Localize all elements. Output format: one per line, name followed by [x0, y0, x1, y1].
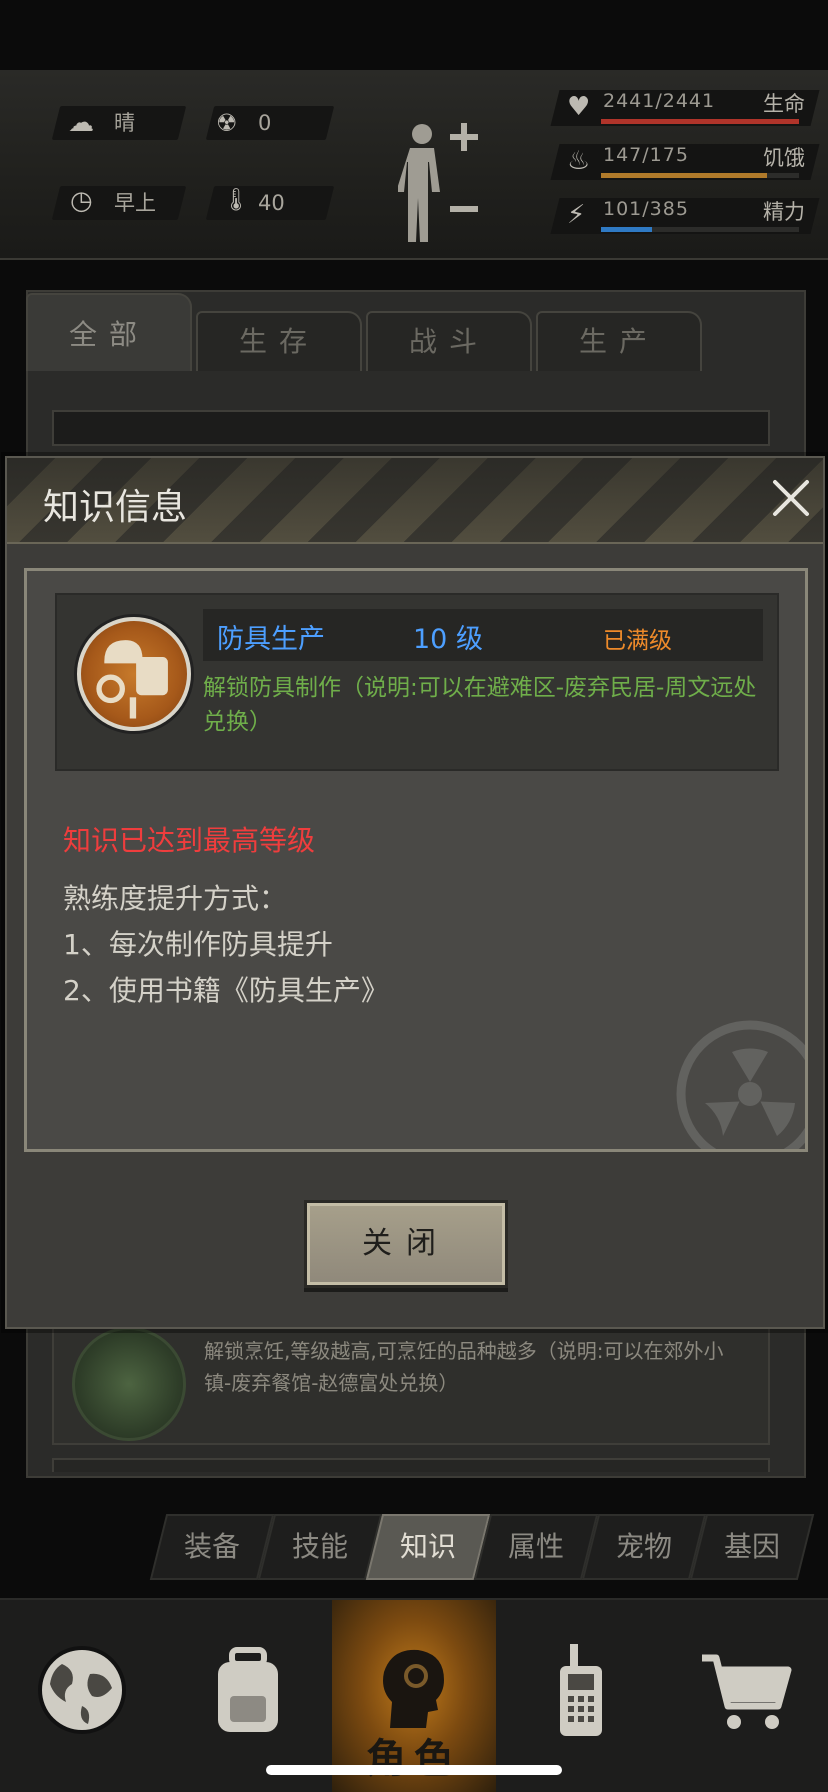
energy-icon: ⚡ — [567, 200, 586, 230]
subtab-skills[interactable]: 技能 — [257, 1514, 383, 1580]
subtab-attributes[interactable]: 属性 — [473, 1514, 599, 1580]
hunger-value: 147/175 — [603, 144, 689, 166]
item-description: 解锁防具制作（说明:可以在避难区-废弃民居-周文远处兑换） — [203, 675, 757, 735]
nav-character-label: 角色 — [366, 1736, 462, 1782]
list-item[interactable] — [52, 410, 770, 446]
walkie-talkie-icon — [560, 1644, 602, 1736]
knowledge-info-dialog: 知识信息 防具生产 10 级 已满级 解锁防具制作（说明:可以在避难区-废弃民居… — [5, 456, 825, 1329]
subtab-label: 知识 — [399, 1530, 456, 1563]
proficiency-method: 2、使用书籍《防具生产》 — [63, 974, 389, 1007]
hunger-bar-fill — [601, 173, 768, 178]
character-head-icon — [383, 1649, 444, 1728]
grill-icon — [72, 1327, 186, 1441]
list-item[interactable] — [52, 1458, 770, 1472]
item-name-bar: 防具生产 10 级 已满级 — [203, 609, 763, 661]
health-label: 生命 — [763, 92, 805, 116]
nav-world[interactable] — [0, 1600, 164, 1792]
time-label: 早上 — [114, 191, 156, 215]
radiation-icon: ☢ — [216, 109, 238, 137]
energy-value: 101/385 — [603, 198, 689, 220]
tab-combat[interactable]: 战斗 — [366, 311, 532, 371]
globe-icon — [38, 1646, 126, 1734]
proficiency-heading: 熟练度提升方式： — [63, 882, 288, 915]
tab-survival[interactable]: 生存 — [196, 311, 362, 371]
nav-radio[interactable] — [498, 1600, 662, 1792]
nav-character[interactable]: 角色 — [332, 1600, 496, 1792]
close-button[interactable]: 关闭 — [304, 1200, 508, 1288]
dialog-title: 知识信息 — [43, 487, 188, 528]
subtab-equipment[interactable]: 装备 — [149, 1514, 275, 1580]
tab-production[interactable]: 生产 — [536, 311, 702, 371]
knowledge-item: 防具生产 10 级 已满级 解锁防具制作（说明:可以在避难区-废弃民居-周文远处… — [55, 593, 779, 771]
tab-all[interactable]: 全部 — [26, 293, 192, 371]
character-subtabs: 装备 技能 知识 属性 宠物 基因 — [149, 1514, 828, 1582]
subtab-label: 宠物 — [615, 1530, 672, 1563]
clock-icon: ◷ — [70, 186, 93, 216]
cloud-sun-icon: ☁ — [68, 108, 94, 138]
subtab-label: 装备 — [183, 1530, 240, 1563]
subtab-label: 基因 — [723, 1530, 780, 1563]
subtab-label: 技能 — [291, 1530, 348, 1563]
status-header: ☁ 晴 ☢ 0 ◷ 早上 🌡 40 ♥ 2441/2441 生命 ♨ 147/1… — [0, 70, 828, 260]
subtab-label: 属性 — [507, 1530, 564, 1563]
subtab-knowledge[interactable]: 知识 — [365, 1514, 491, 1580]
hunger-stat: ♨ 147/175 饥饿 — [550, 144, 820, 180]
cart-icon — [702, 1654, 792, 1729]
item-name: 防具生产 — [217, 624, 325, 655]
dialog-body: 防具生产 10 级 已满级 解锁防具制作（说明:可以在避难区-废弃民居-周文远处… — [24, 568, 808, 1152]
health-stat: ♥ 2441/2441 生命 — [550, 90, 820, 126]
max-level-badge: 已满级 — [603, 628, 672, 654]
backpack-icon — [218, 1647, 278, 1732]
subtab-genes[interactable]: 基因 — [689, 1514, 815, 1580]
max-level-notice: 知识已达到最高等级 — [63, 824, 316, 857]
hunger-label: 饥饿 — [763, 146, 805, 170]
radiation-watermark-icon — [676, 1020, 805, 1149]
nav-shop[interactable] — [664, 1600, 828, 1792]
bottom-nav: 角色 — [0, 1598, 828, 1792]
proficiency-method: 1、每次制作防具提升 — [63, 928, 333, 961]
stomach-icon: ♨ — [567, 146, 591, 176]
temperature-value: 40 — [258, 191, 285, 215]
weather-label: 晴 — [114, 111, 135, 135]
home-indicator[interactable] — [266, 1765, 562, 1775]
thermometer-icon: 🌡 — [222, 188, 250, 213]
armor-production-icon — [77, 617, 191, 731]
radiation-value: 0 — [258, 111, 272, 135]
energy-bar-fill — [601, 227, 653, 232]
health-value: 2441/2441 — [603, 90, 716, 112]
list-item-desc: 解锁烹饪,等级越高,可烹饪的品种越多（说明:可以在郊外小镇-废弃餐馆-赵德富处兑… — [204, 1339, 724, 1395]
nav-inventory[interactable] — [166, 1600, 330, 1792]
body-figure-icon[interactable] — [398, 120, 488, 250]
energy-label: 精力 — [763, 200, 805, 224]
subtab-pets[interactable]: 宠物 — [581, 1514, 707, 1580]
energy-stat: ⚡ 101/385 精力 — [550, 198, 820, 234]
close-icon[interactable] — [769, 476, 813, 520]
health-bar-fill — [601, 119, 799, 124]
heartbeat-icon: ♥ — [567, 92, 591, 122]
item-level: 10 级 — [413, 624, 483, 655]
